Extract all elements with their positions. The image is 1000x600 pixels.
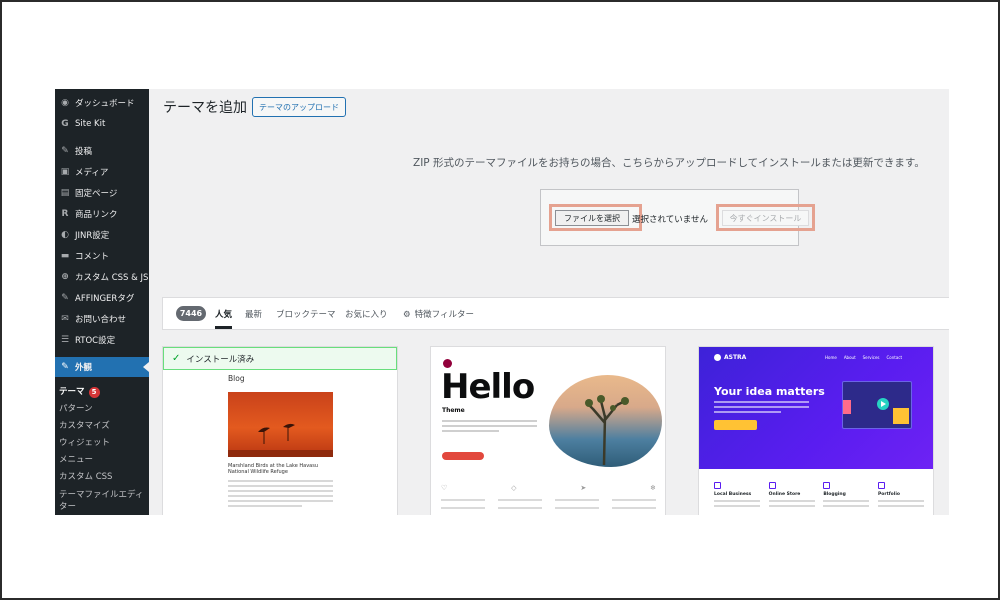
sidebar-item-label: JINR設定 bbox=[75, 231, 110, 241]
sidebar-item-label: 固定ページ bbox=[75, 189, 118, 199]
upload-description: ZIP 形式のテーマファイルをお持ちの場合、こちらからアップロードしてインストー… bbox=[413, 157, 925, 169]
submenu-widgets[interactable]: ウィジェット bbox=[59, 436, 110, 448]
sidebar-item-rtoc[interactable]: ☰ RTOC設定 bbox=[55, 330, 149, 350]
preview-subtitle: Theme bbox=[442, 407, 465, 414]
sidebar-item-label: コメント bbox=[75, 252, 110, 262]
sidebar-item-posts[interactable]: ✎ 投稿 bbox=[55, 141, 149, 161]
link-icon: R bbox=[61, 209, 69, 219]
preview-button bbox=[442, 452, 484, 460]
sidebar-item-label: カスタム CSS & JS bbox=[75, 273, 149, 283]
feature-filter-button[interactable]: ⚙ 特徴フィルター bbox=[403, 308, 474, 320]
upload-theme-button[interactable]: テーマのアップロード bbox=[252, 97, 346, 117]
preview-features: Local Business Online Store Blogging Por… bbox=[714, 482, 924, 507]
feature-column: Local Business bbox=[714, 482, 760, 507]
installed-notice: ✓ インストール済み bbox=[163, 347, 397, 370]
submenu-menus[interactable]: メニュー bbox=[59, 453, 93, 465]
page-icon: ▤ bbox=[60, 188, 70, 198]
preview-image bbox=[549, 375, 662, 467]
brush-icon: ✎ bbox=[61, 362, 69, 372]
install-now-button[interactable]: 今すぐインストール bbox=[722, 210, 809, 226]
toc-icon: ☰ bbox=[60, 335, 70, 345]
pin-icon: ✎ bbox=[61, 146, 69, 156]
tab-latest[interactable]: 最新 bbox=[245, 308, 262, 320]
preview-image bbox=[228, 392, 333, 457]
sidebar-item-label: ダッシュボード bbox=[75, 99, 135, 109]
preview-button bbox=[714, 420, 757, 430]
submenu-theme-editor-cont[interactable]: ター bbox=[59, 500, 76, 512]
tab-favorites[interactable]: お気に入り bbox=[345, 308, 388, 320]
sidebar-item-label: 投稿 bbox=[75, 147, 93, 157]
sidebar-item-dashboard[interactable]: ◉ ダッシュボード bbox=[55, 93, 149, 113]
preview-text-lines bbox=[714, 401, 809, 416]
plus-icon: ⊕ bbox=[61, 272, 69, 282]
sidebar-item-label: 商品リンク bbox=[75, 210, 118, 220]
sidebar-item-pages[interactable]: ▤ 固定ページ bbox=[55, 183, 149, 203]
tab-popular[interactable]: 人気 bbox=[215, 308, 232, 320]
outer-frame: ◉ ダッシュボード G Site Kit ✎ 投稿 ▣ メディア ▤ 固定ページ R 商品リ… bbox=[0, 0, 1000, 600]
sidebar-item-label: 外観 bbox=[75, 363, 93, 373]
sidebar-item-jinr[interactable]: ◐ JINR設定 bbox=[55, 225, 149, 245]
submenu-theme-editor[interactable]: テーマファイルエディ bbox=[59, 488, 143, 500]
astra-logo-icon bbox=[714, 354, 721, 361]
pin-icon: ✎ bbox=[61, 293, 69, 303]
sidebar-item-label: メディア bbox=[75, 168, 109, 178]
sidebar-item-label: Site Kit bbox=[75, 119, 106, 129]
sidebar-item-custom-css-js[interactable]: ⊕ カスタム CSS & JS bbox=[55, 267, 149, 287]
feature-column: Blogging bbox=[823, 482, 870, 507]
submenu-customize[interactable]: カスタマイズ bbox=[59, 419, 110, 431]
sidebar-item-affinger[interactable]: ✎ AFFINGERタグ bbox=[55, 288, 149, 308]
admin-sidebar: ◉ ダッシュボード G Site Kit ✎ 投稿 ▣ メディア ▤ 固定ページ R 商品リ… bbox=[55, 89, 149, 515]
preview-title: Hello bbox=[441, 367, 535, 407]
preview-headline: Your idea matters bbox=[714, 385, 825, 398]
sidebar-item-appearance[interactable]: ✎ 外観 bbox=[55, 357, 149, 377]
active-tab-indicator bbox=[215, 326, 232, 329]
preview-text-lines bbox=[442, 420, 537, 435]
sidebar-item-contact[interactable]: ✉ お問い合わせ bbox=[55, 309, 149, 329]
preview-hero: ASTRA Home About Services Contact Your idea… bbox=[699, 347, 933, 469]
check-icon: ✓ bbox=[172, 353, 181, 364]
tab-block-themes[interactable]: ブロックテーマ bbox=[276, 308, 336, 320]
preview-illustration bbox=[837, 381, 912, 429]
preview-text-lines bbox=[228, 480, 333, 510]
play-icon bbox=[837, 398, 909, 424]
update-count-badge: 5 bbox=[88, 387, 100, 398]
no-file-text: 選択されていません bbox=[632, 215, 708, 225]
theme-card[interactable]: ASTRA Home About Services Contact Your idea… bbox=[698, 346, 934, 515]
submenu-custom-css[interactable]: カスタム CSS bbox=[59, 470, 112, 482]
sidebar-item-label: AFFINGERタグ bbox=[75, 294, 135, 304]
comment-icon: ▬ bbox=[60, 251, 70, 261]
submenu-patterns[interactable]: パターン bbox=[59, 402, 93, 414]
feature-column: Online Store bbox=[768, 482, 815, 507]
preview-blog-label: Blog bbox=[228, 374, 245, 383]
gear-icon: ⚙ bbox=[403, 310, 411, 320]
preview-feature-icons: ♡ ◇ ➤ ❄ bbox=[441, 484, 656, 492]
mail-icon: ✉ bbox=[61, 314, 69, 324]
preview-caption: Marshland Birds at the Lake Havasu Natio… bbox=[228, 463, 319, 475]
theme-card[interactable]: Hello Theme ♡ ◇ ➤ ❄ bbox=[430, 346, 666, 515]
submenu-themes[interactable]: テーマ 5 bbox=[59, 385, 100, 398]
feature-column: Portfolio bbox=[877, 482, 924, 507]
page-title: テーマを追加 bbox=[163, 100, 247, 116]
sidebar-item-comments[interactable]: ▬ コメント bbox=[55, 246, 149, 266]
preview-text-lines bbox=[441, 499, 656, 509]
sitekit-icon: G bbox=[61, 119, 69, 129]
wp-admin-screen: ◉ ダッシュボード G Site Kit ✎ 投稿 ▣ メディア ▤ 固定ページ R 商品リ… bbox=[55, 89, 949, 515]
media-icon: ▣ bbox=[60, 167, 70, 177]
theme-count-badge: 7446 bbox=[176, 306, 206, 321]
sidebar-item-label: お問い合わせ bbox=[75, 315, 127, 325]
sidebar-item-media[interactable]: ▣ メディア bbox=[55, 162, 149, 182]
sidebar-item-product-links[interactable]: R 商品リンク bbox=[55, 204, 149, 224]
sidebar-item-label: RTOC設定 bbox=[75, 336, 116, 346]
choose-file-button[interactable]: ファイルを選択 bbox=[555, 210, 629, 226]
sidebar-item-sitekit[interactable]: G Site Kit bbox=[55, 114, 149, 134]
jinr-icon: ◐ bbox=[61, 230, 69, 240]
cactus-tree-icon bbox=[585, 395, 629, 466]
preview-nav: Home About Services Contact bbox=[825, 355, 903, 360]
astra-logo: ASTRA bbox=[714, 354, 746, 361]
theme-card[interactable]: ✓ インストール済み Blog Marshland Birds at the La… bbox=[162, 346, 398, 515]
dashboard-icon: ◉ bbox=[61, 98, 69, 108]
bird-silhouette-icon bbox=[228, 423, 333, 457]
